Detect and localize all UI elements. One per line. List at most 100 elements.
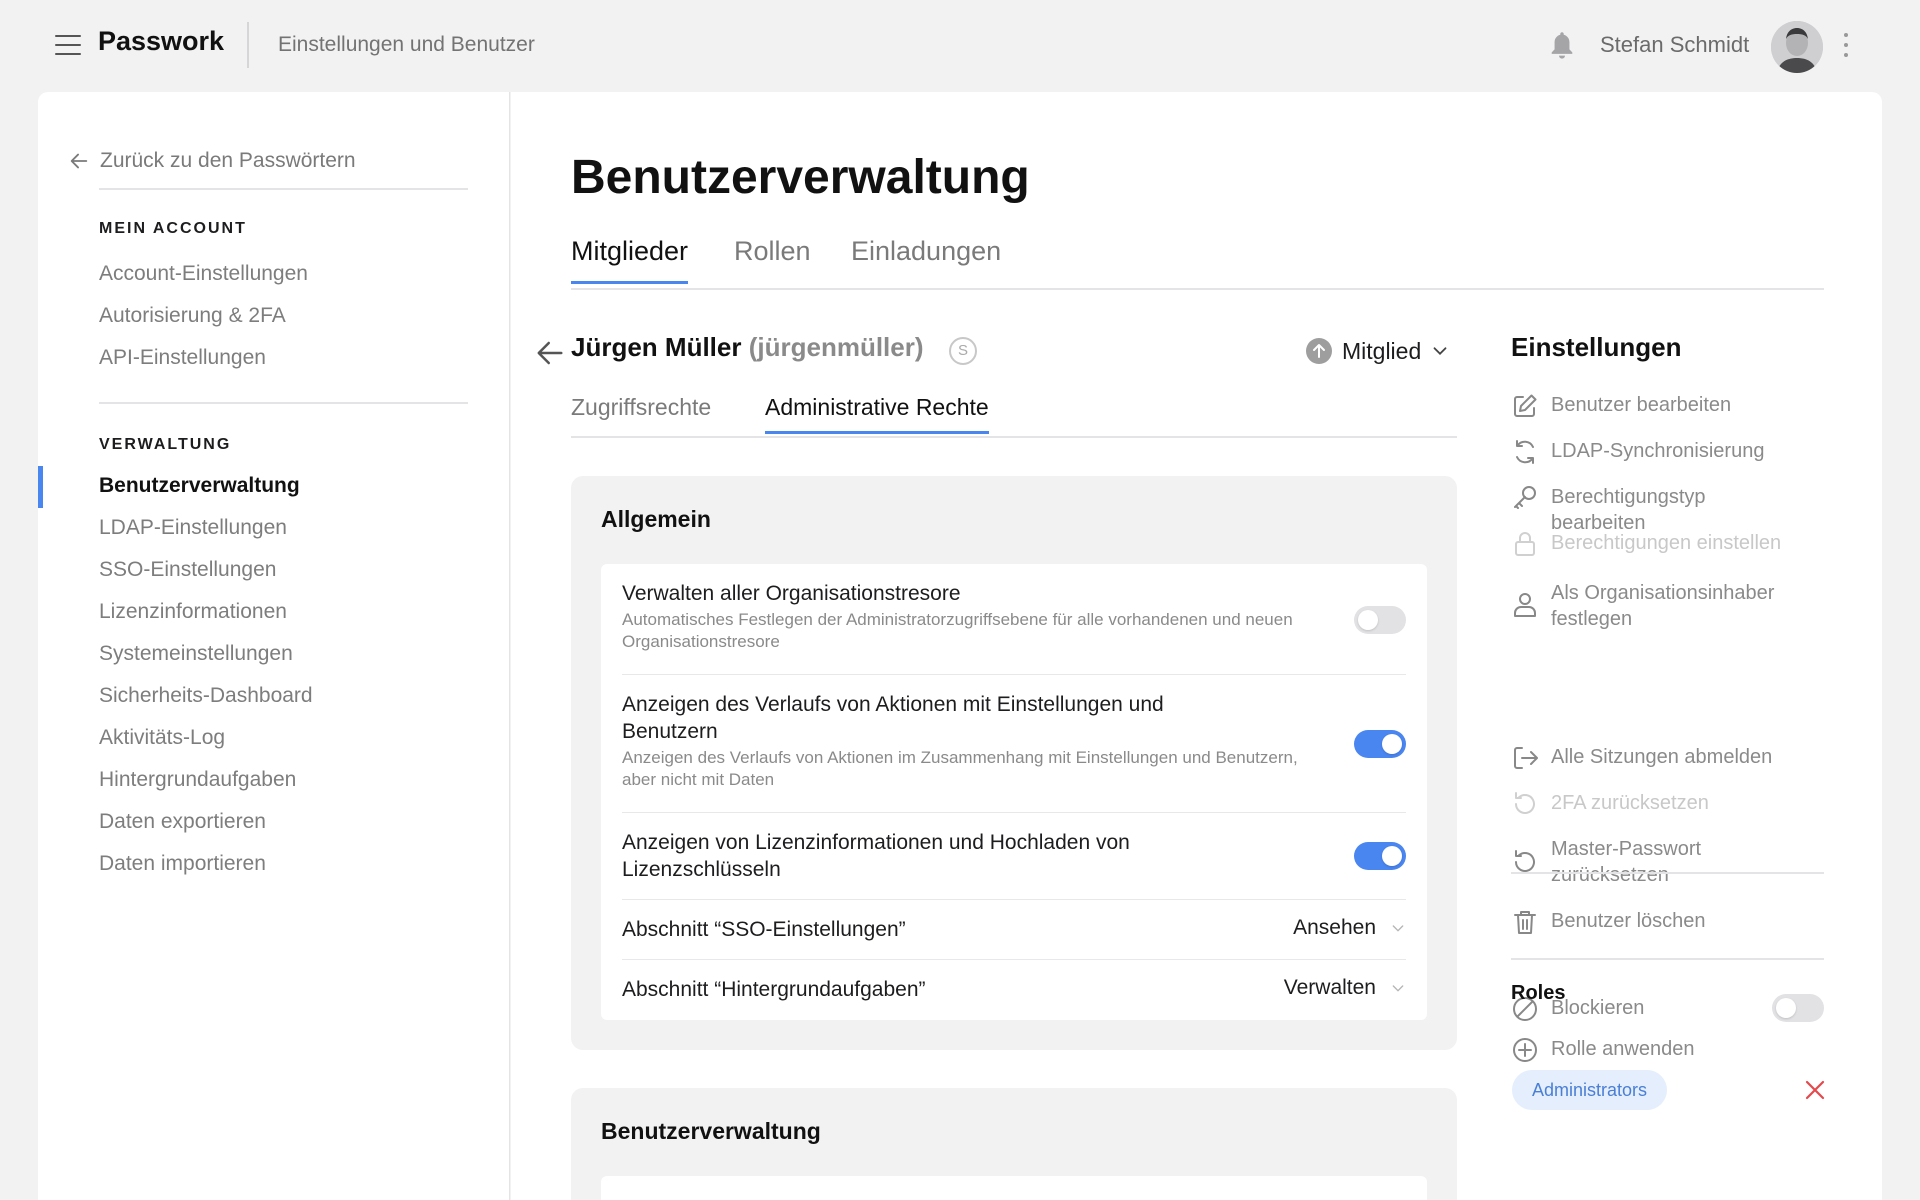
permission-row: Abschnitt “SSO-Einstellungen” Ansehen [622,900,1406,960]
user-login-text: (jürgenmüller) [748,332,924,362]
key-icon [1514,486,1536,509]
dropdown-value: Verwalten [1283,976,1376,999]
page-title: Benutzerverwaltung [571,151,1030,204]
permission-row: Anzeigen des Verlaufs von Aktionen mit E… [622,675,1406,813]
action-label: Alle Sitzungen abmelden [1551,746,1773,768]
section-general: Allgemein Verwalten aller Organisationst… [571,476,1457,1050]
sidebar-item-export-data[interactable]: Daten exportieren [99,810,266,834]
permission-description: Anzeigen des Verlaufs von Aktionen im Zu… [622,748,1298,789]
sidebar-item-import-data[interactable]: Daten importieren [99,852,266,876]
permission-title: Verwalten aller Organisationstresore [622,582,961,605]
sidebar: Zurück zu den Passwörtern MEIN ACCOUNT A… [38,92,510,1200]
roles-title: Roles [1511,982,1566,1004]
action-label: Berechtigungen einstellen [1551,532,1782,554]
chevron-down-icon [1392,925,1404,932]
user-role-dropdown[interactable]: Mitglied [1306,334,1451,368]
breadcrumb: Einstellungen und Benutzer [278,33,535,56]
logout-icon [1514,747,1538,769]
sidebar-item-authorization-2fa[interactable]: Autorisierung & 2FA [99,304,286,328]
sidebar-divider [99,402,468,404]
arrow-left-icon[interactable] [535,338,565,368]
topbar-divider [247,22,249,68]
permission-title: Anzeigen des Verlaufs von Aktionen mit E… [622,693,1164,743]
close-icon[interactable] [1803,1078,1827,1102]
tab-members[interactable]: Mitglieder [571,236,689,284]
avatar[interactable] [1771,21,1823,73]
user-full-name: Jürgen Müller (jürgenmüller) [571,332,924,363]
subtab-bar: Zugriffsrechte Administrative Rechte [571,394,1457,438]
manage-all-vaults-toggle[interactable] [1354,606,1406,634]
role-chip-administrators[interactable]: Administrators [1512,1070,1668,1110]
action-label: Als Organisationsinhaber festlegen [1551,582,1775,630]
main-panel: Benutzerverwaltung Mitglieder Rollen Ein… [511,92,1882,1200]
settings-divider [1511,958,1824,960]
view-action-history-toggle[interactable] [1354,730,1406,758]
sidebar-heading-administration: VERWALTUNG [99,436,232,453]
logout-all-sessions-action[interactable]: Alle Sitzungen abmelden [1511,744,1801,772]
permission-title: Abschnitt “Hintergrundaufgaben” [622,978,926,1001]
back-link-label: Zurück zu den Passwörtern [100,149,356,172]
action-label: Master-Passwort zurücksetzen [1551,838,1702,886]
sso-settings-access-dropdown[interactable]: Ansehen [1293,916,1406,940]
user-name-text: Jürgen Müller [571,332,742,362]
permissions-card: Verwalten aller Organisationstresore Aut… [601,564,1427,1020]
section-user-management: Benutzerverwaltung [571,1088,1457,1200]
sidebar-item-api-settings[interactable]: API-Einstellungen [99,346,266,370]
background-tasks-access-dropdown[interactable]: Verwalten [1284,976,1406,1000]
sidebar-item-sso-settings[interactable]: SSO-Einstellungen [99,558,276,582]
apply-role-label: Rolle anwenden [1551,1038,1695,1060]
user-icon [1514,593,1536,617]
license-info-toggle[interactable] [1354,842,1406,870]
reset-master-password-action[interactable]: Master-Passwort zurücksetzen [1511,836,1801,888]
sidebar-item-system-settings[interactable]: Systemeinstellungen [99,642,293,666]
subtab-access-rights[interactable]: Zugriffsrechte [571,394,711,431]
user-badge-icon: S [949,337,977,365]
sidebar-active-indicator [38,466,43,508]
menu-icon[interactable] [55,35,81,55]
apply-role-button[interactable]: Rolle anwenden [1511,1036,1801,1064]
action-label: Berechtigungstyp bearbeiten [1551,486,1706,534]
settings-divider [1511,872,1824,874]
brand-logo[interactable]: Passwork [98,26,224,57]
arrow-left-icon [70,153,88,169]
ldap-sync-action[interactable]: LDAP-Synchronisierung [1511,438,1801,466]
trash-icon [1514,911,1536,934]
sidebar-item-user-management[interactable]: Benutzerverwaltung [99,474,300,498]
tab-bar: Mitglieder Rollen Einladungen [571,236,1824,290]
sidebar-item-account-settings[interactable]: Account-Einstellungen [99,262,308,286]
permission-row: Verwalten aller Organisationstresore Aut… [622,564,1406,675]
back-to-passwords-link[interactable]: Zurück zu den Passwörtern [68,146,356,176]
sync-icon [1516,440,1534,464]
reset-icon [1515,792,1535,814]
permission-row: Abschnitt “Hintergrundaufgaben” Verwalte… [622,960,1406,1020]
set-permissions-action[interactable]: Berechtigungen einstellen [1511,530,1801,558]
sidebar-item-activity-log[interactable]: Aktivitäts-Log [99,726,225,750]
edit-icon [1514,394,1537,417]
edit-user-action[interactable]: Benutzer bearbeiten [1511,392,1801,420]
sidebar-item-background-tasks[interactable]: Hintergrundaufgaben [99,768,296,792]
current-user-name[interactable]: Stefan Schmidt [1600,32,1749,58]
set-organization-owner-action[interactable]: Als Organisationsinhaber festlegen [1511,580,1801,632]
bell-icon[interactable] [1548,30,1576,62]
tab-roles[interactable]: Rollen [734,236,811,281]
permissions-card [601,1176,1427,1200]
sidebar-item-ldap-settings[interactable]: LDAP-Einstellungen [99,516,287,540]
top-bar: Passwork Einstellungen und Benutzer Stef… [0,0,1920,90]
sidebar-item-security-dashboard[interactable]: Sicherheits-Dashboard [99,684,313,708]
block-label: Blockieren [1551,997,1645,1019]
section-title: Benutzerverwaltung [601,1118,821,1144]
action-label: Benutzer bearbeiten [1551,394,1732,416]
subtab-admin-rights[interactable]: Administrative Rechte [765,394,989,434]
permission-title: Abschnitt “SSO-Einstellungen” [622,918,906,941]
permission-title: Anzeigen von Lizenzinformationen und Hoc… [622,831,1130,881]
edit-permission-type-action[interactable]: Berechtigungstyp bearbeiten [1511,484,1801,536]
more-options-icon[interactable] [1842,33,1850,59]
block-user-toggle[interactable] [1772,994,1824,1022]
permission-description: Automatisches Festlegen der Administrato… [622,610,1293,651]
delete-user-action[interactable]: Benutzer löschen [1511,908,1801,936]
reset-2fa-action[interactable]: 2FA zurücksetzen [1511,790,1801,818]
sidebar-item-license-info[interactable]: Lizenzinformationen [99,600,287,624]
action-label: Benutzer löschen [1551,910,1706,932]
user-role-label: Mitglied [1342,337,1422,364]
tab-invitations[interactable]: Einladungen [851,236,1001,281]
